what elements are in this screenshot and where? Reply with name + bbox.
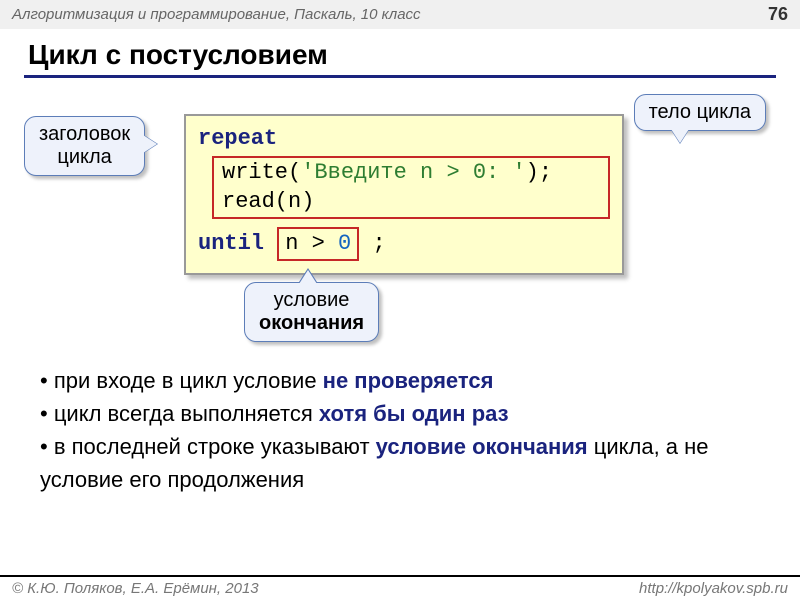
emphasis: хотя бы один раз bbox=[319, 401, 509, 426]
condition-box: n > 0 bbox=[277, 227, 359, 261]
keyword-until: until bbox=[198, 231, 264, 256]
footer-url: http://kpolyakov.spb.ru bbox=[639, 580, 788, 597]
callout-text: окончания bbox=[259, 312, 364, 334]
list-item: при входе в цикл условие не проверяется bbox=[40, 364, 760, 397]
code-block: repeat write('Введите n > 0: '); read(n)… bbox=[184, 114, 624, 275]
page-title: Цикл с постусловием bbox=[0, 29, 800, 75]
bullet-list: при входе в цикл условие не проверяется … bbox=[40, 364, 760, 496]
code-read: read(n) bbox=[222, 189, 314, 214]
code-diagram: заголовок цикла тело цикла repeat write(… bbox=[24, 94, 776, 344]
code-text: ; bbox=[372, 231, 385, 256]
title-rule bbox=[24, 75, 776, 78]
code-number: 0 bbox=[338, 231, 351, 256]
emphasis: условие окончания bbox=[376, 434, 588, 459]
emphasis: не проверяется bbox=[323, 368, 494, 393]
header-bar: Алгоритмизация и программирование, Паска… bbox=[0, 0, 800, 29]
text: при входе в цикл условие bbox=[54, 368, 323, 393]
page-number: 76 bbox=[768, 4, 788, 25]
callout-text: заголовок bbox=[39, 123, 130, 145]
callout-text: условие bbox=[274, 289, 350, 311]
callout-loop-body: тело цикла bbox=[634, 94, 766, 131]
callout-end-condition: условие окончания bbox=[244, 282, 379, 342]
code-text: ); bbox=[526, 160, 552, 185]
code-text: n > bbox=[285, 231, 338, 256]
code-write: write( bbox=[222, 160, 301, 185]
list-item: в последней строке указывают условие око… bbox=[40, 430, 760, 496]
footer-authors: © К.Ю. Поляков, Е.А. Ерёмин, 2013 bbox=[12, 580, 259, 597]
text: цикл всегда выполняется bbox=[54, 401, 319, 426]
code-string: 'Введите n > 0: ' bbox=[301, 160, 525, 185]
text: в последней строке указывают bbox=[54, 434, 376, 459]
loop-body-box: write('Введите n > 0: '); read(n) bbox=[212, 156, 610, 219]
list-item: цикл всегда выполняется хотя бы один раз bbox=[40, 397, 760, 430]
course-title: Алгоритмизация и программирование, Паска… bbox=[12, 6, 421, 23]
keyword-repeat: repeat bbox=[198, 126, 277, 151]
footer-bar: © К.Ю. Поляков, Е.А. Ерёмин, 2013 http:/… bbox=[0, 575, 800, 600]
callout-text: тело цикла bbox=[649, 101, 751, 123]
callout-loop-header: заголовок цикла bbox=[24, 116, 145, 176]
callout-text: цикла bbox=[57, 146, 111, 168]
